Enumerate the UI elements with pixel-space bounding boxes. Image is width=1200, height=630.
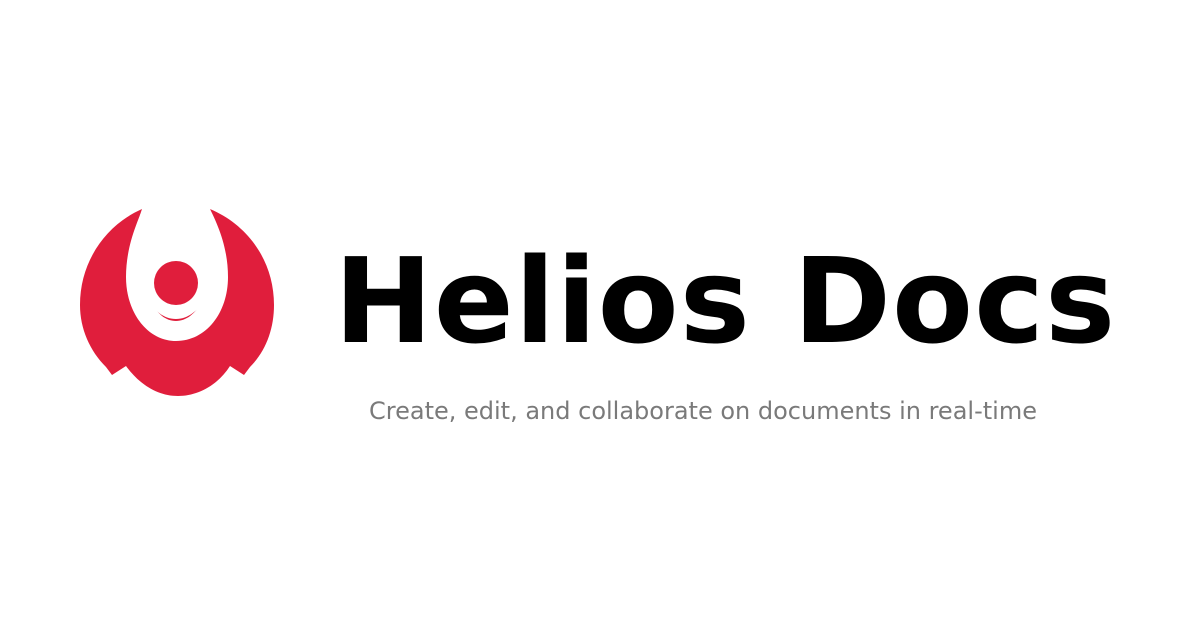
brand-tagline: Create, edit, and collaborate on documen… <box>369 397 1037 425</box>
logo-center-dot <box>154 261 198 305</box>
share-card: Helios Docs Create, edit, and collaborat… <box>0 0 1200 630</box>
helios-logo-icon <box>80 205 274 396</box>
brand-title: Helios Docs <box>334 232 1117 370</box>
